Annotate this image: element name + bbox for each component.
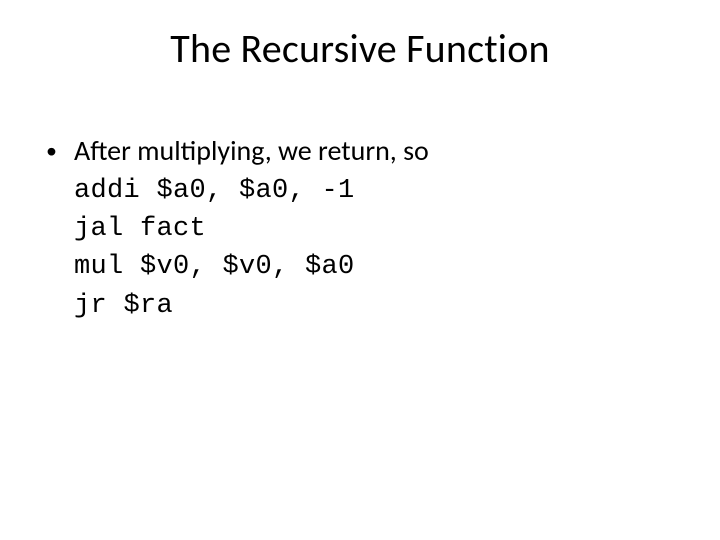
code-line-3: mul $v0, $v0, $a0 [74,248,680,286]
bullet-marker: • [40,132,74,169]
slide-body: • After multiplying, we return, so addi … [40,132,680,325]
code-line-1: addi $a0, $a0, -1 [74,172,680,210]
bullet-item: • After multiplying, we return, so [40,132,680,170]
slide-title: The Recursive Function [0,24,720,73]
bullet-text: After multiplying, we return, so [74,132,680,170]
slide: The Recursive Function • After multiplyi… [0,0,720,540]
code-line-4: jr $ra [74,287,680,325]
code-line-2: jal fact [74,210,680,248]
code-block: addi $a0, $a0, -1 jal fact mul $v0, $v0,… [74,172,680,325]
